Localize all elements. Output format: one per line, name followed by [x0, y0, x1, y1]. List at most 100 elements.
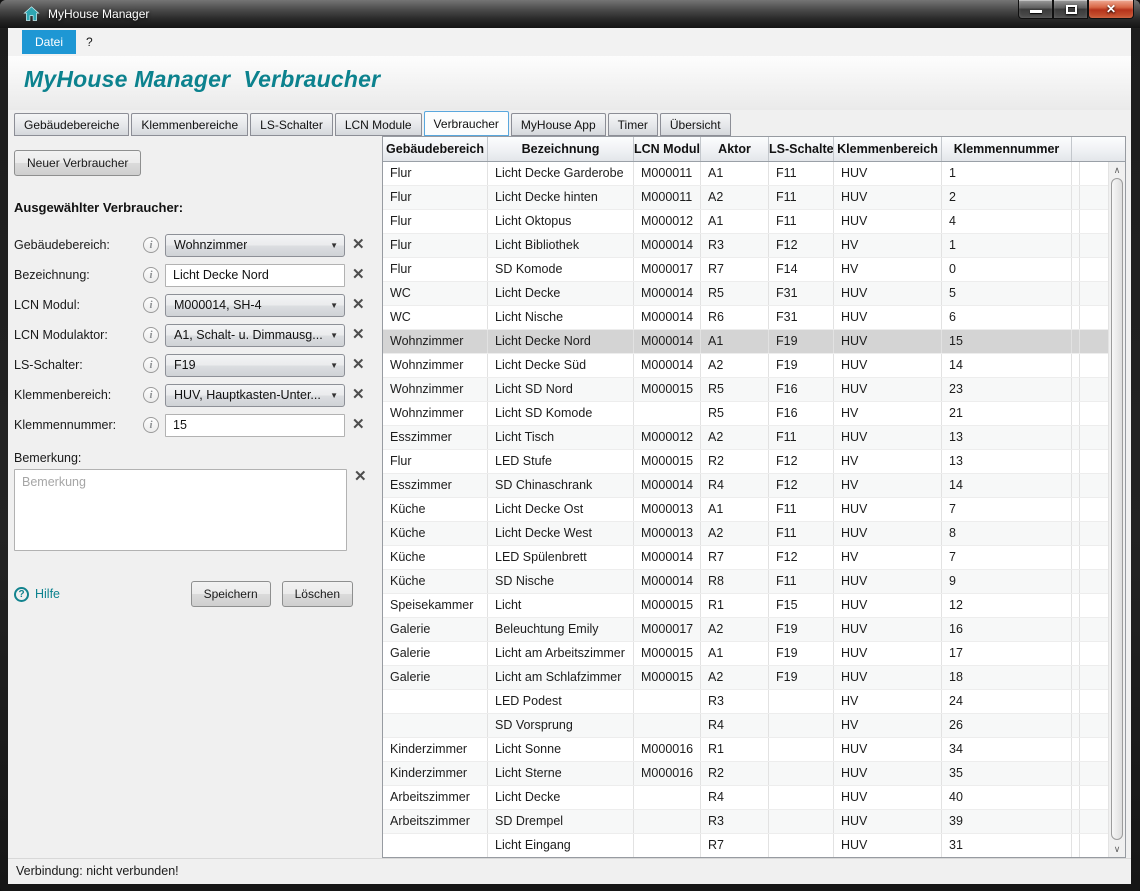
table-row[interactable]: Wohnzimmer Licht Decke Nord M000014 A1 F…: [383, 330, 1108, 354]
tab-ls-schalter[interactable]: LS-Schalter: [250, 113, 333, 136]
gebaeudebereich-select[interactable]: Wohnzimmer ▼: [165, 234, 345, 257]
column-header-klemmenbereich[interactable]: Klemmenbereich: [834, 137, 942, 161]
table-row[interactable]: WC Licht Decke M000014 R5 F31 HUV 5: [383, 282, 1108, 306]
close-button[interactable]: ✕: [1088, 0, 1134, 19]
table-row[interactable]: Speisekammer Licht M000015 R1 F15 HUV 12: [383, 594, 1108, 618]
menu-item-datei[interactable]: Datei: [22, 30, 76, 54]
lcn-modulaktor-select[interactable]: A1, Schalt- u. Dimmausg... ▼: [165, 324, 345, 347]
clear-field-button[interactable]: ✕: [352, 237, 365, 253]
table-row[interactable]: Kinderzimmer Licht Sterne M000016 R2 HUV…: [383, 762, 1108, 786]
table-row[interactable]: Wohnzimmer Licht Decke Süd M000014 A2 F1…: [383, 354, 1108, 378]
column-header-klemmennummer[interactable]: Klemmennummer: [942, 137, 1072, 161]
table-row[interactable]: Küche Licht Decke Ost M000013 A1 F11 HUV…: [383, 498, 1108, 522]
cell-ls-schalter: F16: [769, 402, 834, 425]
cell-bezeichnung: Licht Sterne: [488, 762, 634, 785]
klemmenbereich-select[interactable]: HUV, Hauptkasten-Unter... ▼: [165, 384, 345, 407]
cell-filler: [1072, 426, 1080, 449]
info-icon[interactable]: i: [143, 297, 159, 313]
cell-lcn-modul: M000014: [634, 306, 701, 329]
save-button[interactable]: Speichern: [191, 581, 271, 607]
new-consumer-button[interactable]: Neuer Verbraucher: [14, 150, 141, 176]
column-header-aktor[interactable]: Aktor: [701, 137, 769, 161]
info-icon[interactable]: i: [143, 357, 159, 373]
cell-klemmenbereich: HUV: [834, 618, 942, 641]
info-icon[interactable]: i: [143, 387, 159, 403]
table-row[interactable]: Esszimmer SD Chinaschrank M000014 R4 F12…: [383, 474, 1108, 498]
table-row[interactable]: Flur Licht Decke hinten M000011 A2 F11 H…: [383, 186, 1108, 210]
table-row[interactable]: Küche LED Spülenbrett M000014 R7 F12 HV …: [383, 546, 1108, 570]
tab-timer[interactable]: Timer: [608, 113, 658, 136]
table-row[interactable]: Flur Licht Oktopus M000012 A1 F11 HUV 4: [383, 210, 1108, 234]
column-header-lcn-modul[interactable]: LCN Modul: [634, 137, 701, 161]
clear-field-button[interactable]: ✕: [352, 417, 365, 433]
selected-value: M000014, SH-4: [174, 298, 262, 312]
ls-schalter-select[interactable]: F19 ▼: [165, 354, 345, 377]
clear-field-button[interactable]: ✕: [352, 387, 365, 403]
table-row[interactable]: Flur LED Stufe M000015 R2 F12 HV 13: [383, 450, 1108, 474]
cell-gebaeudebereich: [383, 714, 488, 737]
table-row[interactable]: Esszimmer Licht Tisch M000012 A2 F11 HUV…: [383, 426, 1108, 450]
clear-field-button[interactable]: ✕: [352, 357, 365, 373]
delete-button[interactable]: Löschen: [282, 581, 353, 607]
table-row[interactable]: Kinderzimmer Licht Sonne M000016 R1 HUV …: [383, 738, 1108, 762]
cell-aktor: A2: [701, 666, 769, 689]
lcn-modul-select[interactable]: M000014, SH-4 ▼: [165, 294, 345, 317]
table-row[interactable]: Arbeitszimmer Licht Decke R4 HUV 40: [383, 786, 1108, 810]
clear-field-button[interactable]: ✕: [352, 267, 365, 283]
vertical-scrollbar[interactable]: ∧ ∨: [1108, 162, 1125, 857]
table-row[interactable]: Wohnzimmer Licht SD Nord M000015 R5 F16 …: [383, 378, 1108, 402]
info-icon[interactable]: i: [143, 237, 159, 253]
minimize-button[interactable]: [1018, 0, 1053, 19]
header-band: MyHouse Manager Verbraucher: [8, 56, 1131, 110]
cell-gebaeudebereich: Flur: [383, 210, 488, 233]
tab-lcn-module[interactable]: LCN Module: [335, 113, 422, 136]
tab-myhouse-app[interactable]: MyHouse App: [511, 113, 606, 136]
column-header-bezeichnung[interactable]: Bezeichnung: [488, 137, 634, 161]
cell-klemmenbereich: HV: [834, 714, 942, 737]
tab-klemmenbereiche[interactable]: Klemmenbereiche: [131, 113, 248, 136]
cell-aktor: R4: [701, 474, 769, 497]
cell-ls-schalter: [769, 810, 834, 833]
table-row[interactable]: Wohnzimmer Licht SD Komode R5 F16 HV 21: [383, 402, 1108, 426]
scroll-down-icon[interactable]: ∨: [1109, 842, 1125, 856]
scrollbar-thumb[interactable]: [1111, 178, 1123, 840]
tab-verbraucher[interactable]: Verbraucher: [424, 111, 509, 136]
tab-uebersicht[interactable]: Übersicht: [660, 113, 731, 136]
info-icon[interactable]: i: [143, 417, 159, 433]
clear-field-button[interactable]: ✕: [352, 297, 365, 313]
clear-field-button[interactable]: ✕: [354, 469, 367, 485]
klemmennummer-input[interactable]: [165, 414, 345, 437]
cell-gebaeudebereich: Kinderzimmer: [383, 762, 488, 785]
table-row[interactable]: SD Vorsprung R4 HV 26: [383, 714, 1108, 738]
cell-bezeichnung: Licht Decke West: [488, 522, 634, 545]
column-header-gebaeudebereich[interactable]: Gebäudebereich: [383, 137, 488, 161]
table-row[interactable]: Galerie Licht am Schlafzimmer M000015 A2…: [383, 666, 1108, 690]
cell-filler: [1072, 186, 1080, 209]
table-row[interactable]: Küche Licht Decke West M000013 A2 F11 HU…: [383, 522, 1108, 546]
tab-gebaeudebereiche[interactable]: Gebäudebereiche: [14, 113, 129, 136]
cell-klemmennummer: 0: [942, 258, 1072, 281]
column-header-ls-schalter[interactable]: LS-Schalter: [769, 137, 834, 161]
scroll-up-icon[interactable]: ∧: [1109, 163, 1125, 177]
table-row[interactable]: Licht Eingang R7 HUV 31: [383, 834, 1108, 857]
table-row[interactable]: LED Podest R3 HV 24: [383, 690, 1108, 714]
table-row[interactable]: Flur Licht Bibliothek M000014 R3 F12 HV …: [383, 234, 1108, 258]
table-row[interactable]: Flur Licht Decke Garderobe M000011 A1 F1…: [383, 162, 1108, 186]
remark-textarea[interactable]: [14, 469, 347, 551]
help-link[interactable]: ? Hilfe: [14, 587, 60, 602]
cell-ls-schalter: F14: [769, 258, 834, 281]
title-bar[interactable]: MyHouse Manager ✕: [0, 0, 1140, 28]
clear-field-button[interactable]: ✕: [352, 327, 365, 343]
menu-item-help[interactable]: ?: [76, 30, 103, 54]
table-row[interactable]: Flur SD Komode M000017 R7 F14 HV 0: [383, 258, 1108, 282]
table-row[interactable]: WC Licht Nische M000014 R6 F31 HUV 6: [383, 306, 1108, 330]
bezeichnung-input[interactable]: [165, 264, 345, 287]
table-row[interactable]: Galerie Licht am Arbeitszimmer M000015 A…: [383, 642, 1108, 666]
table-row[interactable]: Arbeitszimmer SD Drempel R3 HUV 39: [383, 810, 1108, 834]
table-row[interactable]: Küche SD Nische M000014 R8 F11 HUV 9: [383, 570, 1108, 594]
cell-lcn-modul: [634, 690, 701, 713]
table-row[interactable]: Galerie Beleuchtung Emily M000017 A2 F19…: [383, 618, 1108, 642]
info-icon[interactable]: i: [143, 267, 159, 283]
maximize-button[interactable]: [1053, 0, 1088, 19]
info-icon[interactable]: i: [143, 327, 159, 343]
